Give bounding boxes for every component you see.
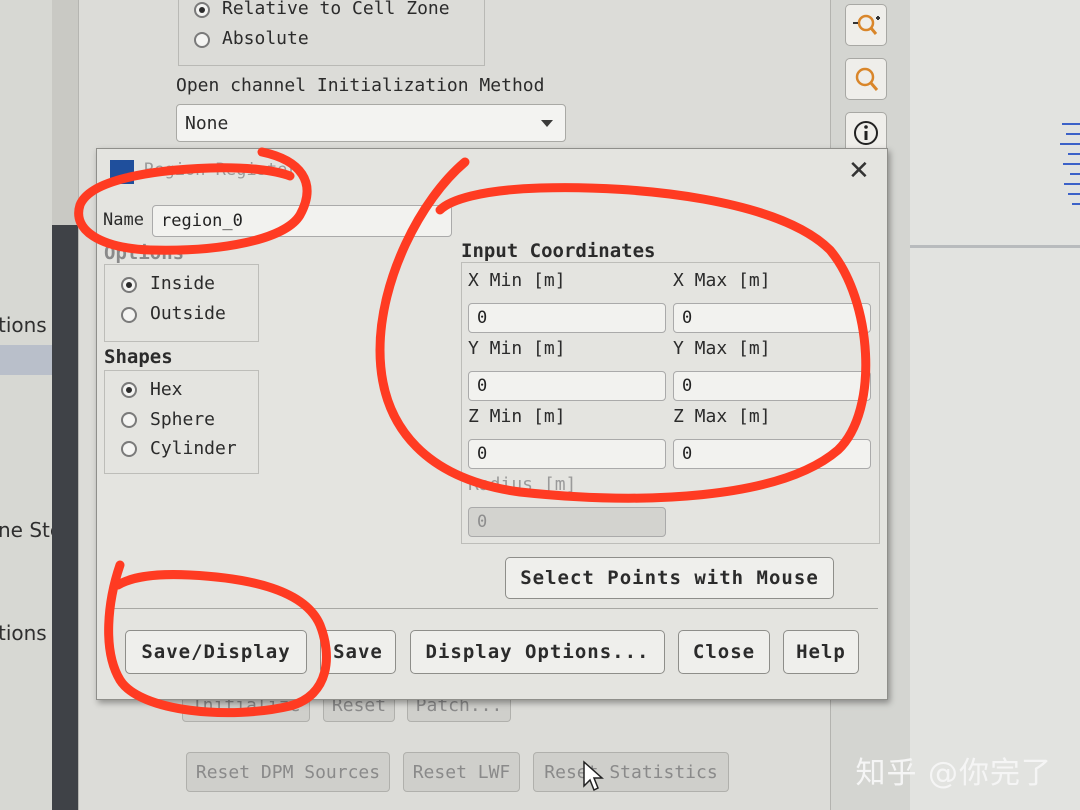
name-label: Name [103,210,144,230]
dark-divider [52,225,78,810]
chevron-down-icon [541,120,553,127]
label-relative-cell-zone: Relative to Cell Zone [222,0,450,19]
y-min-label: Y Min [m] [468,338,566,359]
reset-lwf-button[interactable]: Reset LWF [403,752,520,792]
radio-outside[interactable] [121,307,137,323]
dialog-separator [106,608,878,609]
label-outside: Outside [150,303,226,324]
radio-cylinder[interactable] [121,441,137,457]
watermark-text: 知乎 @你完了 [855,756,1052,791]
zoom-fit-icon[interactable] [845,58,887,100]
graphics-window [910,0,1080,810]
zoom-in-icon[interactable] [845,4,887,46]
label-inside: Inside [150,273,216,294]
z-max-input[interactable]: 0 [673,439,871,469]
radio-inside[interactable] [121,277,137,293]
y-min-input[interactable]: 0 [468,371,666,401]
radio-sphere[interactable] [121,412,137,428]
reset-statistics-button[interactable]: Reset Statistics [533,752,729,792]
mouse-cursor-icon [582,760,604,796]
reset-dpm-sources-button[interactable]: Reset DPM Sources [186,752,390,792]
shapes-title: Shapes [104,346,173,368]
z-max-label: Z Max [m] [673,406,771,427]
help-button[interactable]: Help [783,630,859,674]
open-channel-dropdown[interactable]: None [176,104,566,142]
x-max-input[interactable]: 0 [673,303,871,333]
side-fragment-3: tions [0,621,47,645]
label-sphere: Sphere [150,409,216,430]
save-button[interactable]: Save [320,630,396,674]
coordinates-title: Input Coordinates [461,240,656,262]
y-max-label: Y Max [m] [673,338,771,359]
selected-list-band [0,345,52,375]
y-max-input[interactable]: 0 [673,371,871,401]
graphics-divider [910,245,1080,248]
close-icon[interactable]: ✕ [848,156,870,186]
label-absolute: Absolute [222,28,309,49]
label-hex: Hex [150,379,183,400]
open-channel-value: None [185,113,229,134]
label-cylinder: Cylinder [150,438,237,459]
x-min-input[interactable]: 0 [468,303,666,333]
z-min-input[interactable]: 0 [468,439,666,469]
legend-ticks [1058,120,1080,214]
display-options-button[interactable]: Display Options... [410,630,665,674]
save-display-button[interactable]: Save/Display [125,630,307,674]
radio-relative-cell-zone[interactable] [194,2,210,18]
name-input[interactable]: region_0 [152,205,452,237]
z-min-label: Z Min [m] [468,406,566,427]
close-button[interactable]: Close [678,630,770,674]
select-points-button[interactable]: Select Points with Mouse [505,557,834,599]
desktop-left-panel [0,0,52,810]
options-title: Options [104,242,185,264]
radius-input[interactable]: 0 [468,507,666,537]
fluent-app-icon [110,160,134,184]
side-fragment-1: tions [0,313,47,337]
x-max-label: X Max [m] [673,270,771,291]
radio-hex[interactable] [121,382,137,398]
radius-label: Radius [m] [468,474,577,495]
x-min-label: X Min [m] [468,270,566,291]
radio-absolute[interactable] [194,32,210,48]
dialog-title: Region Register [144,160,298,180]
open-channel-label: Open channel Initialization Method [176,75,545,96]
